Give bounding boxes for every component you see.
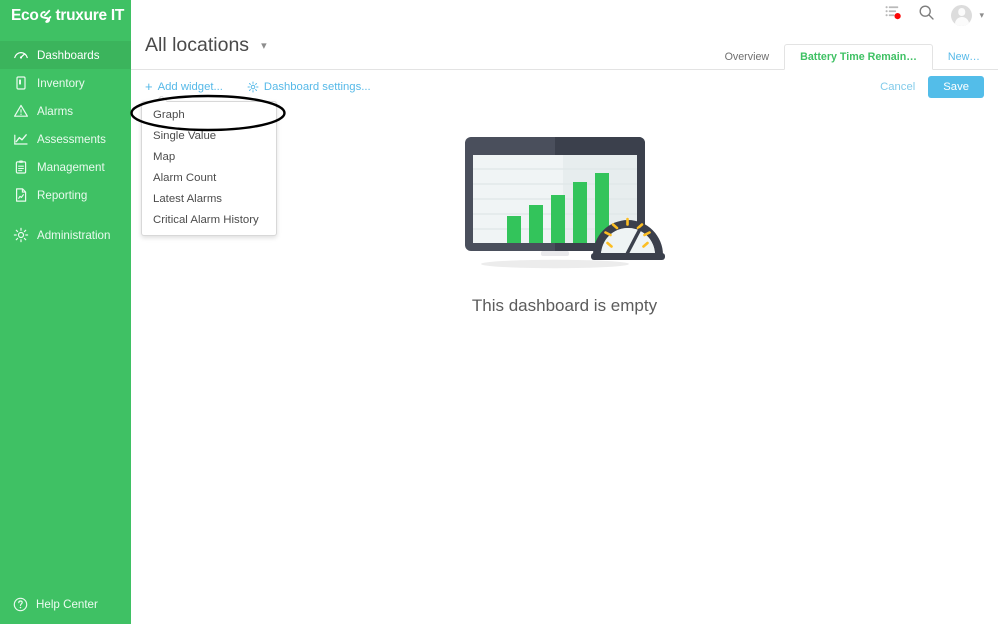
- sidebar-item-label: Dashboards: [37, 48, 100, 62]
- sidebar-item-reporting[interactable]: Reporting: [0, 181, 131, 209]
- chevron-down-icon: ▾: [261, 40, 267, 52]
- search-button[interactable]: [918, 4, 935, 26]
- clipboard-icon: [12, 159, 29, 176]
- sidebar-item-label: Assessments: [37, 132, 106, 146]
- sidebar-item-help-center[interactable]: Help Center: [0, 596, 131, 613]
- trend-chart-icon: [12, 131, 29, 148]
- tab-label: Battery Time Remain…: [800, 51, 917, 63]
- dashboard-settings-label: Dashboard settings...: [263, 80, 371, 93]
- sidebar-item-management[interactable]: Management: [0, 153, 131, 181]
- monitor-bar-chart-gauge-icon: [459, 133, 671, 278]
- gear-icon: [247, 81, 259, 93]
- add-widget-menu: Graph Single Value Map Alarm Count Lates…: [141, 101, 277, 236]
- app-root: Eco truxure IT Dashboards Inventory Alar…: [0, 0, 998, 624]
- avatar-body: [954, 17, 969, 26]
- sidebar-item-label: Alarms: [37, 104, 74, 118]
- help-center-label: Help Center: [36, 598, 98, 611]
- sidebar-nav: Dashboards Inventory Alarms Assessments …: [0, 41, 131, 249]
- cancel-button[interactable]: Cancel: [880, 81, 915, 93]
- save-button[interactable]: Save: [928, 75, 984, 98]
- warning-triangle-icon: [12, 103, 29, 120]
- sidebar-item-administration[interactable]: Administration: [0, 221, 131, 249]
- tab-overview[interactable]: Overview: [710, 44, 785, 69]
- sidebar-item-label: Reporting: [37, 188, 88, 202]
- report-doc-icon: [12, 187, 29, 204]
- add-widget-button[interactable]: + Add widget...: [145, 80, 223, 93]
- dashboard-tabs: Overview Battery Time Remain… New…: [710, 30, 998, 70]
- menu-item-map[interactable]: Map: [142, 147, 276, 168]
- logo-text-prefix: Eco: [11, 7, 39, 24]
- logo-text-suffix: truxure IT: [55, 7, 125, 24]
- add-widget-label: Add widget...: [157, 80, 223, 93]
- tab-label: Overview: [724, 50, 770, 63]
- notifications-button[interactable]: [885, 4, 903, 26]
- dashboard-toolbar: + Add widget... Dashboard settings... Ca…: [131, 70, 998, 103]
- tab-label: New…: [947, 50, 980, 63]
- sidebar-item-dashboards[interactable]: Dashboards: [0, 41, 131, 69]
- gauge-icon: [12, 47, 29, 64]
- menu-item-alarm-count[interactable]: Alarm Count: [142, 168, 276, 189]
- sidebar-item-alarms[interactable]: Alarms: [0, 97, 131, 125]
- tab-battery-time-remaining[interactable]: Battery Time Remain…: [784, 44, 933, 70]
- chevron-down-icon: ▾: [979, 9, 984, 20]
- sidebar-item-label: Management: [37, 160, 105, 174]
- menu-item-single-value[interactable]: Single Value: [142, 126, 276, 147]
- toolbar-actions: Cancel Save: [880, 75, 984, 98]
- user-menu-button[interactable]: ▾: [951, 4, 984, 26]
- server-icon: [12, 75, 29, 92]
- sidebar: Eco truxure IT Dashboards Inventory Alar…: [0, 0, 131, 624]
- sidebar-item-label: Inventory: [37, 76, 85, 90]
- dashboard-settings-button[interactable]: Dashboard settings...: [247, 81, 371, 93]
- notification-badge: [894, 13, 902, 20]
- search-icon: [918, 4, 935, 26]
- avatar-icon: [951, 4, 973, 26]
- location-selector[interactable]: All locations ▾: [145, 34, 267, 57]
- sidebar-item-label: Administration: [37, 228, 111, 242]
- header-row: All locations ▾ Overview Battery Time Re…: [131, 30, 998, 70]
- empty-state-message: This dashboard is empty: [471, 296, 658, 315]
- sidebar-item-assessments[interactable]: Assessments: [0, 125, 131, 153]
- s-link-icon: [39, 9, 55, 24]
- menu-item-critical-alarm-history[interactable]: Critical Alarm History: [142, 210, 276, 231]
- menu-item-latest-alarms[interactable]: Latest Alarms: [142, 189, 276, 210]
- list-notification-icon: [885, 4, 903, 26]
- sidebar-item-inventory[interactable]: Inventory: [0, 69, 131, 97]
- question-circle-icon: [12, 596, 29, 613]
- page-title: All locations: [145, 34, 250, 56]
- plus-icon: +: [145, 79, 153, 94]
- topbar: ▾: [131, 0, 998, 30]
- tab-new[interactable]: New…: [933, 44, 998, 69]
- menu-caret: [156, 96, 167, 102]
- gear-icon: [12, 227, 29, 244]
- avatar-head: [958, 8, 966, 16]
- sidebar-divider: [0, 209, 131, 221]
- menu-item-graph[interactable]: Graph: [142, 105, 276, 126]
- app-logo[interactable]: Eco truxure IT: [0, 0, 131, 32]
